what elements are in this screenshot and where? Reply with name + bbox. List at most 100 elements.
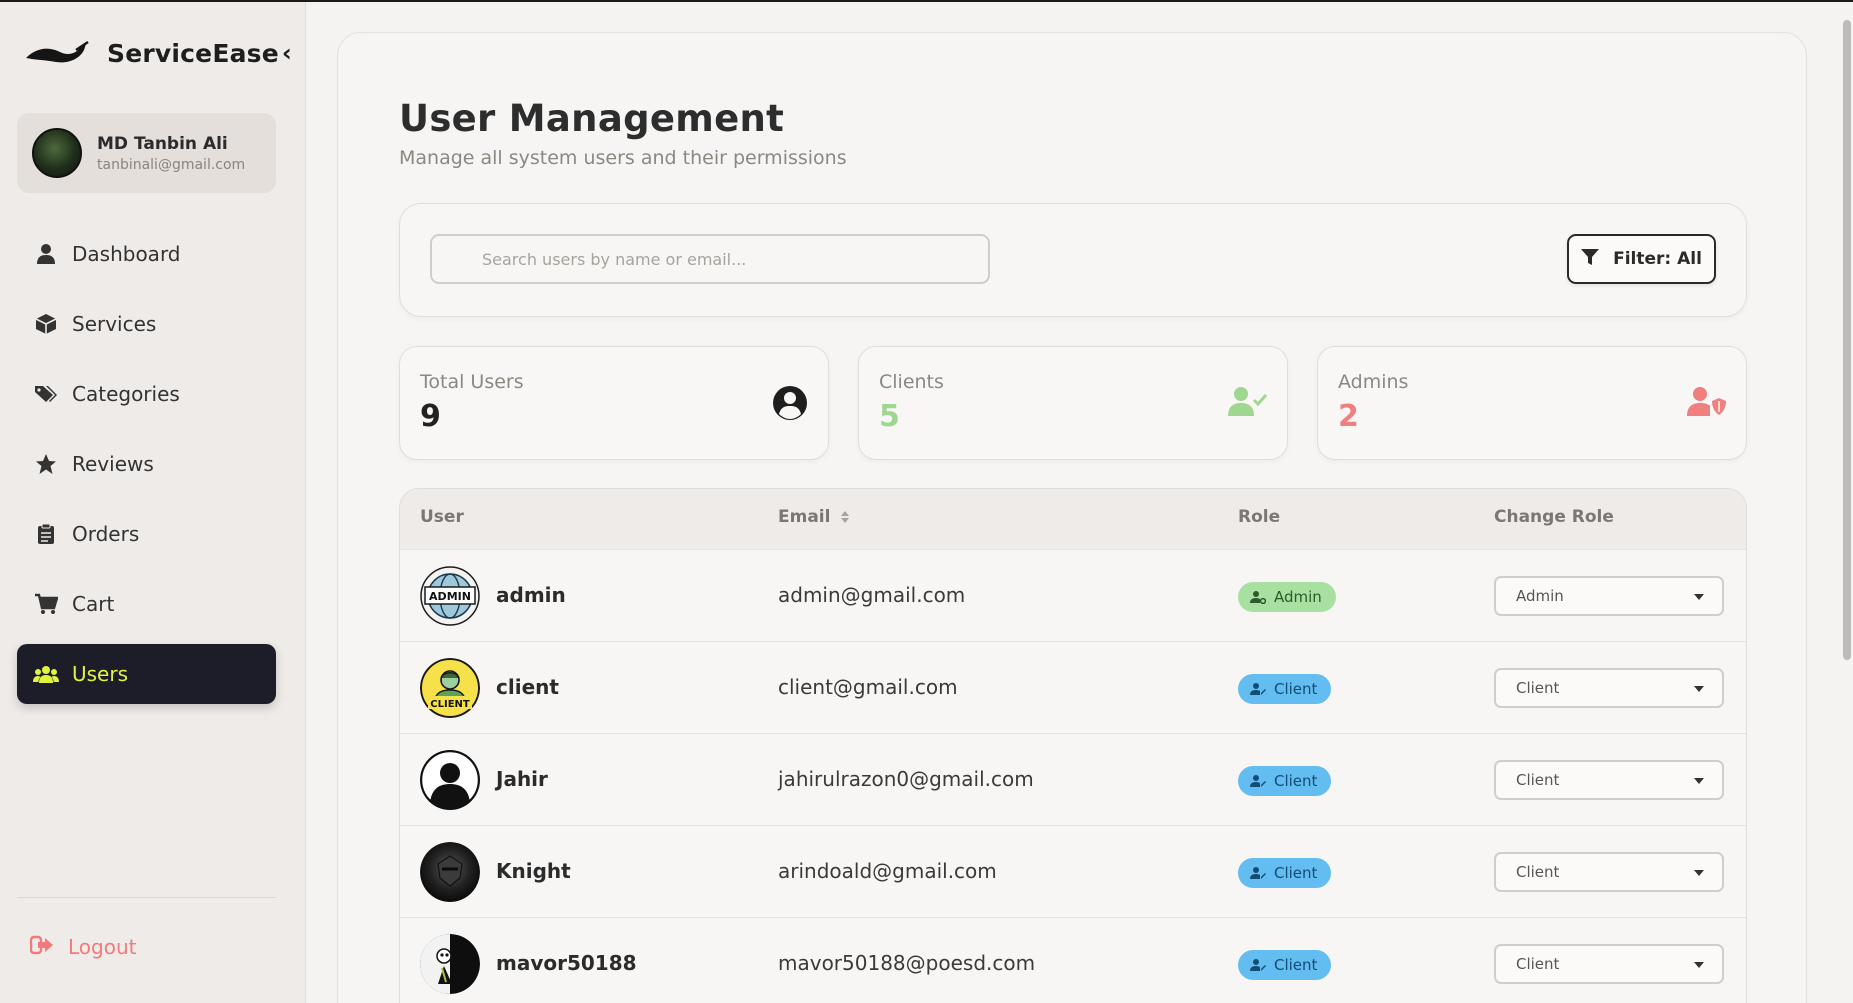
logout-icon [29, 935, 54, 959]
sidebar-item-label: Orders [72, 522, 140, 546]
sidebar-item-categories[interactable]: Categories [17, 364, 276, 424]
user-email: admin@gmail.com [778, 583, 966, 607]
role-badge-label: Admin [1274, 588, 1322, 606]
change-role-select[interactable]: Admin [1494, 576, 1724, 616]
sort-icon [841, 511, 850, 523]
user-shield-icon [1686, 385, 1726, 421]
stat-card-admins: Admins 2 [1317, 346, 1747, 460]
column-header-email[interactable]: Email [778, 507, 850, 527]
role-badge: Client [1238, 950, 1332, 980]
chevron-down-icon [1694, 594, 1704, 600]
user-name: mavor50188 [496, 951, 637, 975]
avatar [420, 934, 480, 994]
avatar: CLIENT [420, 658, 480, 718]
user-edit-icon [1250, 683, 1266, 695]
filter-button[interactable]: Filter: All [1567, 234, 1716, 284]
column-header-email-label: Email [778, 507, 831, 527]
user-name: client [496, 675, 559, 699]
page-title: User Management [399, 97, 785, 140]
change-role-value: Client [1516, 863, 1560, 881]
sidebar-item-reviews[interactable]: Reviews [17, 434, 276, 494]
role-badge-label: Client [1274, 680, 1318, 698]
user-email: arindoald@gmail.com [778, 859, 997, 883]
user-email: client@gmail.com [778, 675, 958, 699]
filter-icon [1581, 248, 1600, 270]
sidebar-item-services[interactable]: Services [17, 294, 276, 354]
column-header-role: Role [1238, 507, 1281, 527]
change-role-value: Client [1516, 771, 1560, 789]
brand-name: ServiceEase [107, 38, 279, 68]
box-icon [32, 312, 60, 336]
stat-label: Admins [1338, 371, 1409, 393]
users-table: User Email Role Change Role ADMIN admin … [399, 488, 1747, 1003]
user-edit-icon [1250, 867, 1266, 879]
chevron-down-icon [1694, 870, 1704, 876]
users-icon [32, 662, 60, 686]
profile-email: tanbinali@gmail.com [97, 156, 246, 173]
avatar [420, 842, 480, 902]
profile-name: MD Tanbin Ali [97, 133, 228, 154]
user-check-icon [1227, 385, 1268, 421]
user-edit-icon [1250, 959, 1266, 971]
search-toolbar: Filter: All [399, 203, 1747, 317]
table-row: mavor50188 mavor50188@poesd.com Client C… [400, 917, 1746, 1003]
tags-icon [32, 382, 60, 406]
change-role-select[interactable]: Client [1494, 944, 1724, 984]
page-scrollbar[interactable] [1843, 20, 1851, 660]
column-header-user: User [420, 507, 464, 527]
sidebar-item-orders[interactable]: Orders [17, 504, 276, 564]
avatar: ADMIN [420, 566, 480, 626]
brand-logo-icon [26, 40, 89, 63]
sidebar-item-label: Services [72, 312, 157, 336]
table-header: User Email Role Change Role [400, 489, 1746, 549]
column-header-change-role: Change Role [1494, 507, 1614, 527]
star-icon [32, 452, 60, 476]
sidebar-item-label: Users [72, 662, 129, 686]
sidebar-item-cart[interactable]: Cart [17, 574, 276, 634]
search-input[interactable] [430, 234, 990, 284]
change-role-select[interactable]: Client [1494, 760, 1724, 800]
sidebar-item-label: Categories [72, 382, 180, 406]
chevron-down-icon [1694, 778, 1704, 784]
chevron-down-icon [1694, 686, 1704, 692]
stat-label: Clients [879, 371, 944, 393]
avatar-admin-text: ADMIN [429, 590, 471, 603]
user-name: Knight [496, 859, 571, 883]
change-role-value: Client [1516, 679, 1560, 697]
user-email: jahirulrazon0@gmail.com [778, 767, 1034, 791]
sidebar-divider [17, 897, 276, 898]
role-badge-label: Client [1274, 772, 1318, 790]
sidebar-item-label: Reviews [72, 452, 154, 476]
page-subtitle: Manage all system users and their permis… [399, 147, 847, 169]
table-row: Jahir jahirulrazon0@gmail.com Client Cli… [400, 733, 1746, 825]
role-badge: Client [1238, 674, 1332, 704]
user-icon [32, 242, 60, 266]
stat-label: Total Users [420, 371, 524, 393]
role-badge-label: Client [1274, 956, 1318, 974]
change-role-select[interactable]: Client [1494, 668, 1724, 708]
avatar-client-text: CLIENT [430, 699, 470, 710]
avatar [32, 128, 82, 178]
table-row: ADMIN admin admin@gmail.com Admin Admin [400, 549, 1746, 641]
change-role-value: Client [1516, 955, 1560, 973]
stat-card-total-users: Total Users 9 [399, 346, 829, 460]
sidebar-item-label: Cart [72, 592, 115, 616]
stat-card-clients: Clients 5 [858, 346, 1288, 460]
stat-value: 2 [1338, 399, 1359, 434]
clipboard-icon [32, 522, 60, 546]
change-role-select[interactable]: Client [1494, 852, 1724, 892]
cart-icon [32, 592, 60, 616]
sidebar-item-users[interactable]: Users [17, 644, 276, 704]
user-circle-icon [772, 385, 808, 425]
main-content: User Management Manage all system users … [337, 32, 1807, 1003]
brand: ServiceEase ‹ [24, 38, 292, 68]
sidebar-item-dashboard[interactable]: Dashboard [17, 224, 276, 284]
user-edit-icon [1250, 775, 1266, 787]
logout-button[interactable]: Logout [29, 935, 136, 959]
stat-value: 5 [879, 399, 900, 434]
filter-label: Filter: All [1613, 249, 1702, 269]
user-profile-card[interactable]: MD Tanbin Ali tanbinali@gmail.com [17, 113, 276, 193]
user-name: admin [496, 583, 566, 607]
sidebar: ServiceEase ‹ MD Tanbin Ali tanbinali@gm… [0, 2, 306, 1003]
collapse-sidebar-icon[interactable]: ‹ [282, 39, 292, 67]
